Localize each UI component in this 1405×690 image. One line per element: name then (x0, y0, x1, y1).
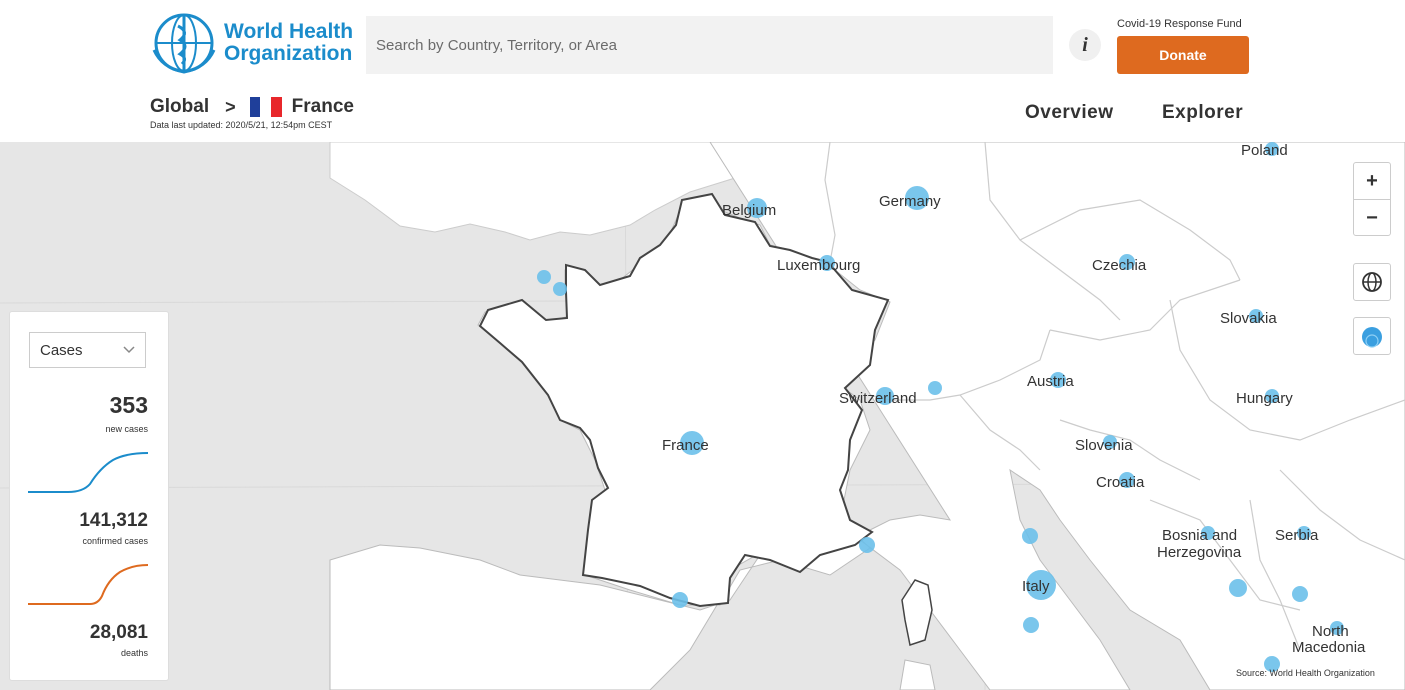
stats-panel: Cases 353 new cases 141,312 confirmed ca… (9, 311, 169, 681)
label-germany: Germany (879, 193, 941, 210)
map-canvas: Poland Germany Belgium Luxembourg Czechi… (0, 142, 1405, 690)
bubble-jersey[interactable] (537, 270, 551, 284)
zoom-control: + − (1353, 162, 1391, 236)
label-poland: Poland (1241, 142, 1288, 159)
label-switzerland: Switzerland (839, 390, 917, 407)
chevron-right-icon: > (225, 96, 236, 117)
tab-explorer[interactable]: Explorer (1162, 102, 1243, 124)
label-france: France (662, 437, 709, 454)
map[interactable]: Poland Germany Belgium Luxembourg Czechi… (0, 142, 1405, 690)
bubble-monaco[interactable] (859, 537, 875, 553)
deaths-label: deaths (120, 648, 148, 658)
label-hungary: Hungary (1236, 390, 1293, 407)
who-logo[interactable]: World Health Organization (150, 12, 353, 74)
zoom-out-button[interactable]: − (1354, 199, 1390, 236)
label-north-macedonia-2: Macedonia (1292, 639, 1366, 656)
new-cases-label: new cases (105, 424, 148, 434)
confirmed-label: confirmed cases (82, 536, 148, 546)
chevron-down-icon (123, 346, 135, 354)
fund-label: Covid-19 Response Fund (1117, 18, 1242, 30)
label-czechia: Czechia (1092, 257, 1147, 274)
label-austria: Austria (1027, 373, 1074, 390)
metric-select-value: Cases (40, 341, 83, 359)
tab-overview[interactable]: Overview (1025, 102, 1114, 124)
new-cases-value: 353 (109, 392, 148, 418)
deaths-value: 28,081 (89, 622, 148, 643)
info-icon[interactable]: i (1069, 29, 1101, 61)
breadcrumb: Global > France (150, 96, 354, 118)
sardinia-landmass (899, 659, 936, 690)
breadcrumb-country: France (291, 96, 354, 117)
bubble-layer-button[interactable] (1353, 317, 1391, 355)
label-luxembourg: Luxembourg (777, 257, 860, 274)
label-serbia: Serbia (1275, 527, 1319, 544)
source-credit: Source: World Health Organization (1236, 668, 1375, 678)
bubble-liechtenstein[interactable] (928, 381, 942, 395)
bubble-montenegro[interactable] (1229, 579, 1247, 597)
zoom-in-button[interactable]: + (1354, 163, 1390, 199)
bubble-layer-icon (1362, 327, 1382, 348)
logo-text: World Health Organization (224, 21, 353, 65)
label-bosnia-2: Herzegovina (1157, 544, 1242, 561)
donate-button[interactable]: Donate (1117, 36, 1249, 74)
bubble-kosovo[interactable] (1292, 586, 1308, 602)
label-slovakia: Slovakia (1220, 310, 1277, 327)
last-updated: Data last updated: 2020/5/21, 12:54pm CE… (150, 120, 333, 130)
bubble-san-marino[interactable] (1022, 528, 1038, 544)
globe-button[interactable] (1353, 263, 1391, 301)
bubble-vatican[interactable] (1023, 617, 1039, 633)
who-emblem-icon (152, 13, 216, 74)
deaths-sparkline (28, 564, 148, 605)
label-bosnia-1: Bosnia and (1162, 527, 1237, 544)
label-italy: Italy (1022, 578, 1050, 595)
metric-select[interactable]: Cases (29, 332, 146, 368)
header: World Health Organization i Covid-19 Res… (0, 0, 1405, 142)
france-flag-icon (249, 97, 282, 117)
confirmed-value: 141,312 (79, 510, 148, 531)
bubble-andorra[interactable] (672, 592, 688, 608)
breadcrumb-global[interactable]: Global (150, 96, 209, 118)
search-input[interactable] (366, 16, 1053, 74)
logo-line2: Organization (224, 42, 353, 65)
label-croatia: Croatia (1096, 474, 1145, 491)
logo-line1: World Health (224, 20, 354, 43)
cases-sparkline (28, 452, 148, 493)
label-slovenia: Slovenia (1075, 437, 1133, 454)
corsica-landmass (901, 579, 933, 646)
bubble-guernsey[interactable] (553, 282, 567, 296)
label-belgium: Belgium (722, 202, 776, 219)
globe-icon (1362, 272, 1382, 292)
label-north-macedonia-1: North (1312, 623, 1349, 640)
